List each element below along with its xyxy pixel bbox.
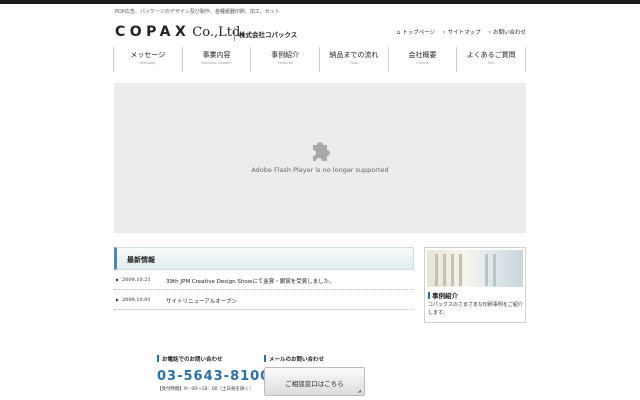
nav-item-outline[interactable]: 会社概要 Outline (389, 47, 458, 72)
nav-item-flow[interactable]: 納品までの流れ Flow (320, 47, 389, 72)
case-study-title: 事例紹介 (428, 290, 458, 300)
mail-contact-label: メールのお問い合わせ (264, 355, 324, 363)
header-tagline: POP広告、パッケージのデザイン及び製作、各種紙器印刷、加工、セット (115, 9, 280, 15)
nav-label: 事例紹介 (271, 51, 300, 59)
company-logo[interactable]: COPAX Co.,Ltd. 株式会社コパックス (115, 24, 297, 41)
news-section: 最新情報 ▶ 2009.10.21 39th JPM Creative Desi… (114, 247, 414, 310)
utility-link-label: サイトマップ (447, 30, 481, 36)
flash-placeholder[interactable]: Adobe Flash Player is no longer supporte… (114, 83, 526, 233)
phone-contact-label: お電話でのお問い合わせ (157, 355, 223, 363)
utility-link-label: お問い合わせ (492, 30, 526, 36)
bullet-icon: ▶ (116, 277, 120, 282)
puzzle-plugin-icon (313, 142, 330, 161)
news-link[interactable]: サイトリニューアルオープン (166, 297, 237, 305)
utility-link-contact[interactable]: › お問い合わせ (488, 28, 526, 37)
contact-form-button[interactable]: ご相談窓口はこちら ◢ (264, 367, 365, 396)
corner-arrow-icon: ◢ (357, 388, 361, 393)
nav-sublabel: Message (140, 61, 156, 65)
nav-item-features[interactable]: 事例紹介 Features (251, 47, 321, 72)
main-nav: メッセージ Message 事業内容 Business Domain 事例紹介 … (113, 47, 527, 72)
case-study-banner[interactable]: 事例紹介 コパックスのさまざまな印刷事例をご紹介します。 (424, 247, 526, 323)
nav-label: 納品までの流れ (329, 51, 379, 59)
nav-label: 事業内容 (202, 51, 231, 59)
bullet-icon: ▶ (116, 297, 120, 302)
news-item: ▶ 2009.10.01 サイトリニューアルオープン (114, 290, 414, 310)
chevron-right-icon: › (488, 28, 491, 36)
news-date: 2009.10.21 (122, 277, 151, 283)
nav-label: メッセージ (130, 51, 166, 59)
business-hours: 【受付時間】9：00～18：00（土日祝を除く） (157, 387, 254, 392)
nav-item-faq[interactable]: よくあるご質問 FAQ (457, 47, 527, 72)
utility-links: ⌂ トップページ › サイトマップ › お問い合わせ (396, 28, 526, 37)
nav-label: 会社概要 (408, 51, 437, 59)
contact-button-label: ご相談窓口はこちら (285, 380, 344, 388)
news-heading: 最新情報 (114, 247, 414, 270)
nav-item-business[interactable]: 事業内容 Business Domain (183, 47, 252, 72)
company-name-jp: 株式会社コパックス (239, 31, 298, 39)
utility-link-label: トップページ (402, 30, 436, 36)
news-item: ▶ 2009.10.21 39th JPM Creative Design Sh… (114, 270, 414, 290)
chevron-right-icon: › (443, 28, 446, 36)
nav-sublabel: FAQ (487, 61, 495, 65)
logo-divider (234, 27, 235, 41)
case-study-image (427, 250, 523, 287)
nav-sublabel: Features (277, 61, 293, 65)
utility-link-top[interactable]: ⌂ トップページ (396, 28, 436, 37)
case-study-description: コパックスのさまざまな印刷事例をご紹介します。 (428, 302, 523, 316)
nav-sublabel: Flow (349, 61, 358, 65)
logo-co-ltd: Co.,Ltd. (192, 25, 245, 40)
utility-link-sitemap[interactable]: › サイトマップ (443, 28, 481, 37)
nav-label: よくあるご質問 (466, 51, 516, 59)
nav-item-message[interactable]: メッセージ Message (114, 47, 183, 72)
news-link[interactable]: 39th JPM Creative Design Showにて金賞・銀賞を受賞し… (166, 277, 335, 285)
nav-sublabel: Outline (416, 61, 429, 65)
home-icon: ⌂ (396, 28, 401, 36)
logo-wordmark: COPAX (115, 24, 191, 40)
news-date: 2009.10.01 (122, 297, 151, 303)
nav-sublabel: Business Domain (201, 61, 232, 65)
flash-unsupported-message: Adobe Flash Player is no longer supporte… (251, 166, 389, 174)
top-bar (0, 0, 640, 4)
phone-number[interactable]: 03-5643-8100 (157, 369, 270, 384)
